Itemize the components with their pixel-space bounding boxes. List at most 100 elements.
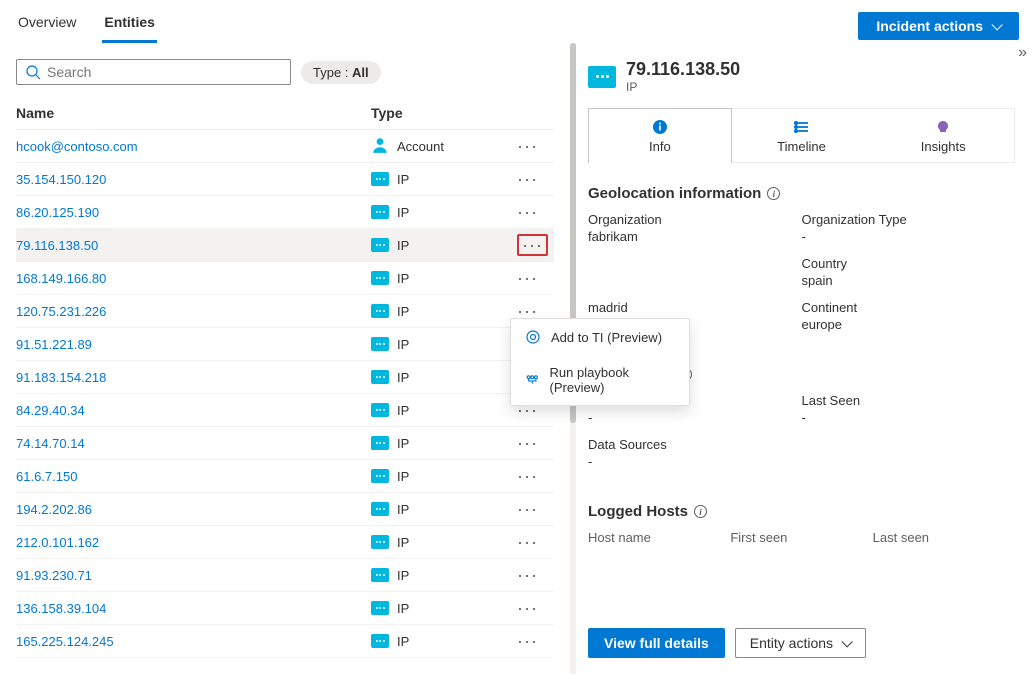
chevron-down-icon [841, 640, 851, 646]
entity-link[interactable]: 165.225.124.245 [16, 634, 114, 649]
entity-row[interactable]: 212.0.101.162 IP ··· [16, 526, 554, 559]
row-actions-button[interactable]: ··· [511, 565, 554, 586]
type-filter-value: All [352, 65, 369, 80]
chevron-down-icon [991, 23, 1001, 29]
row-actions-button[interactable]: ··· [511, 499, 554, 520]
entity-row[interactable]: hcook@contoso.comAccount··· [16, 130, 554, 163]
row-actions-button[interactable]: ··· [511, 532, 554, 553]
tab-overview[interactable]: Overview [16, 8, 78, 43]
entity-type-label: IP [397, 304, 409, 319]
entity-type-label: IP [397, 469, 409, 484]
entity-type-label: IP [397, 502, 409, 517]
entity-type-label: IP [397, 172, 409, 187]
search-box[interactable] [16, 59, 291, 85]
entity-type-label: IP [397, 535, 409, 550]
hosts-col-name: Host name [588, 530, 730, 545]
col-header-type[interactable]: Type [371, 105, 511, 121]
entity-link[interactable]: hcook@contoso.com [16, 139, 138, 154]
entity-title: 79.116.138.50 [626, 59, 740, 80]
entity-type-label: IP [397, 568, 409, 583]
entity-type-label: IP [397, 238, 409, 253]
entity-link[interactable]: 194.2.202.86 [16, 502, 92, 517]
row-actions-button[interactable]: ··· [511, 433, 554, 454]
view-full-details-button[interactable]: View full details [588, 628, 725, 658]
entity-link[interactable]: 35.154.150.120 [16, 172, 106, 187]
entity-list: hcook@contoso.comAccount···35.154.150.12… [16, 130, 554, 658]
entity-row[interactable]: 61.6.7.150 IP ··· [16, 460, 554, 493]
incident-actions-label: Incident actions [876, 18, 983, 34]
entity-link[interactable]: 120.75.231.226 [16, 304, 106, 319]
entity-type-label: IP [397, 634, 409, 649]
playbook-icon [525, 372, 540, 388]
menu-add-to-ti[interactable]: Add to TI (Preview) [511, 319, 689, 355]
entity-link[interactable]: 74.14.70.14 [16, 436, 85, 451]
more-icon: ··· [517, 234, 548, 256]
entity-link[interactable]: 84.29.40.34 [16, 403, 85, 418]
entity-type-label: IP [397, 205, 409, 220]
col-header-name[interactable]: Name [16, 105, 371, 121]
entity-link[interactable]: 136.158.39.104 [16, 601, 106, 616]
hosts-col-last: Last seen [873, 530, 1015, 545]
detail-tabs: Info Timeline Insights [588, 108, 1015, 163]
entity-link[interactable]: 91.183.154.218 [16, 370, 106, 385]
entity-row[interactable]: 84.29.40.34IP··· [16, 394, 554, 427]
row-context-menu: Add to TI (Preview) Run playbook (Previe… [510, 318, 690, 406]
entity-type-label: IP [397, 403, 409, 418]
ip-icon [371, 370, 389, 384]
entity-row[interactable]: 91.183.154.218IP··· [16, 361, 554, 394]
row-actions-button[interactable]: ··· [511, 466, 554, 487]
detail-tab-timeline[interactable]: Timeline [731, 109, 873, 162]
entity-link[interactable]: 79.116.138.50 [16, 238, 98, 253]
entity-type-label: IP [397, 601, 409, 616]
detail-tab-info[interactable]: Info [588, 108, 732, 163]
entity-row[interactable]: 35.154.150.120 IP ··· [16, 163, 554, 196]
info-icon[interactable]: i [694, 505, 707, 518]
ip-icon [371, 502, 389, 516]
entity-row[interactable]: 86.20.125.190 IP ··· [16, 196, 554, 229]
row-actions-button[interactable]: ··· [511, 202, 554, 223]
entity-row[interactable]: 120.75.231.226IP··· [16, 295, 554, 328]
entity-link[interactable]: 168.149.166.80 [16, 271, 106, 286]
ip-icon [371, 535, 389, 549]
entity-type-label: IP [397, 271, 409, 286]
ip-icon [371, 469, 389, 483]
type-filter[interactable]: Type : All [301, 61, 381, 84]
entity-link[interactable]: 86.20.125.190 [16, 205, 99, 220]
section-logged-hosts: Logged Hosts i Host name First seen Last… [588, 503, 1015, 545]
ip-icon [371, 238, 389, 252]
account-icon [371, 136, 389, 157]
entity-row[interactable]: 136.158.39.104 IP ··· [16, 592, 554, 625]
row-actions-button[interactable]: ··· [511, 169, 554, 190]
entity-link[interactable]: 91.51.221.89 [16, 337, 92, 352]
tab-entities[interactable]: Entities [102, 8, 157, 43]
entity-type-label: IP [397, 370, 409, 385]
row-actions-button[interactable]: ··· [511, 268, 554, 289]
entity-row[interactable]: 79.116.138.50 IP ··· [16, 229, 554, 262]
info-icon[interactable]: i [767, 187, 780, 200]
search-input[interactable] [47, 64, 282, 80]
entity-row[interactable]: 165.225.124.245 IP ··· [16, 625, 554, 658]
entity-row[interactable]: 74.14.70.14 IP ··· [16, 427, 554, 460]
detail-tab-insights[interactable]: Insights [872, 109, 1014, 162]
row-actions-button[interactable]: ··· [511, 234, 554, 256]
entity-link[interactable]: 61.6.7.150 [16, 469, 77, 484]
ip-icon [371, 403, 389, 417]
row-actions-button[interactable]: ··· [511, 631, 554, 652]
type-filter-label: Type : [313, 65, 348, 80]
ip-icon [371, 436, 389, 450]
entity-type-label: IP [397, 436, 409, 451]
incident-actions-button[interactable]: Incident actions [858, 12, 1019, 40]
entity-link[interactable]: 91.93.230.71 [16, 568, 92, 583]
entity-row[interactable]: 91.51.221.89IP··· [16, 328, 554, 361]
entity-row[interactable]: 194.2.202.86 IP ··· [16, 493, 554, 526]
row-actions-button[interactable]: ··· [511, 598, 554, 619]
entity-row[interactable]: 91.93.230.71 IP ··· [16, 559, 554, 592]
entity-link[interactable]: 212.0.101.162 [16, 535, 99, 550]
menu-run-playbook[interactable]: Run playbook (Preview) [511, 355, 689, 405]
row-actions-button[interactable]: ··· [511, 136, 554, 157]
entity-subtitle: IP [626, 80, 740, 94]
ip-icon [371, 304, 389, 318]
collapse-icon[interactable]: » [1018, 44, 1027, 62]
entity-row[interactable]: 168.149.166.80 IP ··· [16, 262, 554, 295]
entity-actions-button[interactable]: Entity actions [735, 628, 866, 658]
